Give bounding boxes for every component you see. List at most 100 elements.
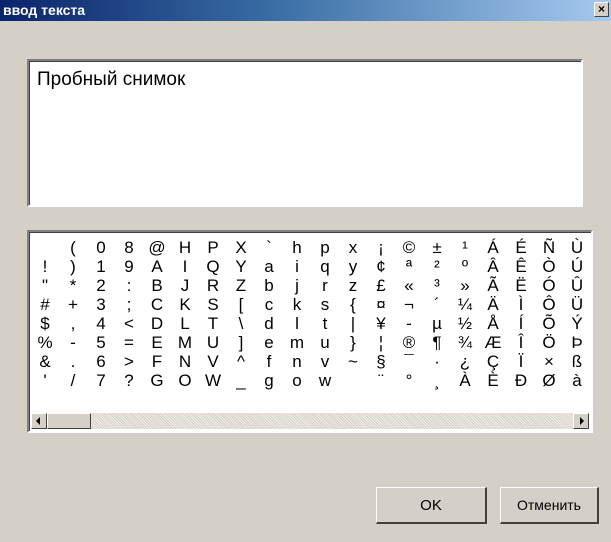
char-cell[interactable]: _: [227, 371, 255, 390]
char-cell[interactable]: Õ: [535, 314, 563, 333]
char-cell[interactable]: A: [143, 257, 171, 276]
char-cell[interactable]: ²: [423, 257, 451, 276]
char-cell[interactable]: z: [339, 276, 367, 295]
char-cell[interactable]: l: [283, 314, 311, 333]
char-cell[interactable]: ;: [115, 295, 143, 314]
char-cell[interactable]: p: [311, 238, 339, 257]
char-cell[interactable]: \: [227, 314, 255, 333]
char-cell[interactable]: »: [451, 276, 479, 295]
ok-button[interactable]: OK: [376, 487, 487, 524]
char-cell[interactable]: c: [255, 295, 283, 314]
char-cell[interactable]: ³: [423, 276, 451, 295]
char-cell[interactable]: ^: [227, 352, 255, 371]
char-cell[interactable]: a: [255, 257, 283, 276]
char-cell[interactable]: ¢: [367, 257, 395, 276]
char-cell[interactable]: Z: [227, 276, 255, 295]
char-cell[interactable]: o: [283, 371, 311, 390]
char-cell[interactable]: %: [31, 333, 59, 352]
cancel-button[interactable]: Отменить: [500, 487, 599, 524]
char-cell[interactable]: Ç: [479, 352, 507, 371]
char-cell[interactable]: Ò: [535, 257, 563, 276]
char-cell[interactable]: U: [199, 333, 227, 352]
char-cell[interactable]: à: [563, 371, 591, 390]
char-cell[interactable]: ¨: [367, 371, 395, 390]
char-cell[interactable]: <: [115, 314, 143, 333]
char-cell[interactable]: *: [59, 276, 87, 295]
char-cell[interactable]: ´: [423, 295, 451, 314]
char-cell[interactable]: I: [171, 257, 199, 276]
char-cell[interactable]: #: [31, 295, 59, 314]
char-cell[interactable]: Á: [479, 238, 507, 257]
char-cell[interactable]: ¹: [451, 238, 479, 257]
char-cell[interactable]: Â: [479, 257, 507, 276]
char-cell[interactable]: m: [283, 333, 311, 352]
char-cell[interactable]: ß: [563, 352, 591, 371]
char-cell[interactable]: Ü: [563, 295, 591, 314]
char-cell[interactable]: ~: [339, 352, 367, 371]
char-cell[interactable]: ¶: [423, 333, 451, 352]
char-cell[interactable]: @: [143, 238, 171, 257]
char-cell[interactable]: }: [339, 333, 367, 352]
char-cell[interactable]: 5: [87, 333, 115, 352]
char-cell[interactable]: Ô: [535, 295, 563, 314]
text-input-field[interactable]: Пробный снимок: [27, 59, 583, 207]
char-cell[interactable]: ": [31, 276, 59, 295]
char-cell[interactable]: K: [171, 295, 199, 314]
char-cell[interactable]: d: [255, 314, 283, 333]
char-cell[interactable]: b: [255, 276, 283, 295]
char-cell[interactable]: ±: [423, 238, 451, 257]
character-map[interactable]: (0 8 @ H P X ` h p x ¡ © ± ¹ Á É Ñ Ù!) 1 9 A I Q Ya i q y ¢ ª ² º Â Ê Ò Ú "…: [27, 230, 593, 433]
char-cell[interactable]: B: [143, 276, 171, 295]
char-cell[interactable]: £: [367, 276, 395, 295]
char-cell[interactable]: >: [115, 352, 143, 371]
char-cell[interactable]: i: [283, 257, 311, 276]
char-cell[interactable]: Ï: [507, 352, 535, 371]
char-cell[interactable]: k: [283, 295, 311, 314]
close-button[interactable]: ×: [594, 2, 609, 17]
char-cell[interactable]: Ó: [535, 276, 563, 295]
char-cell[interactable]: x: [339, 238, 367, 257]
char-cell[interactable]: Ä: [479, 295, 507, 314]
char-cell[interactable]: H: [171, 238, 199, 257]
char-cell[interactable]: `: [255, 238, 283, 257]
char-cell[interactable]: |: [339, 314, 367, 333]
char-cell[interactable]: Ý: [563, 314, 591, 333]
char-cell[interactable]: &: [31, 352, 59, 371]
char-cell[interactable]: 7: [87, 371, 115, 390]
char-cell[interactable]: G: [143, 371, 171, 390]
char-cell[interactable]: Ì: [507, 295, 535, 314]
char-cell[interactable]: 8: [115, 238, 143, 257]
char-cell[interactable]: Ð: [507, 371, 535, 390]
char-cell[interactable]: /: [59, 371, 87, 390]
char-cell[interactable]: Ø: [535, 371, 563, 390]
char-cell[interactable]: Ã: [479, 276, 507, 295]
char-cell[interactable]: ¾: [451, 333, 479, 352]
char-cell[interactable]: 2: [87, 276, 115, 295]
char-cell[interactable]: «: [395, 276, 423, 295]
char-cell[interactable]: Ñ: [535, 238, 563, 257]
title-bar[interactable]: ввод текста ×: [0, 0, 611, 21]
char-cell[interactable]: r: [311, 276, 339, 295]
char-cell[interactable]: ©: [395, 238, 423, 257]
char-cell[interactable]: y: [339, 257, 367, 276]
char-cell[interactable]: ª: [395, 257, 423, 276]
char-cell[interactable]: ®: [395, 333, 423, 352]
char-cell[interactable]: Y: [227, 257, 255, 276]
char-cell[interactable]: -: [395, 314, 423, 333]
char-cell[interactable]: $: [31, 314, 59, 333]
horizontal-scrollbar[interactable]: [31, 413, 589, 429]
char-cell[interactable]: R: [199, 276, 227, 295]
char-cell[interactable]: w: [311, 371, 339, 390]
char-cell[interactable]: E: [143, 333, 171, 352]
char-cell[interactable]: 4: [87, 314, 115, 333]
char-cell[interactable]: Ö: [535, 333, 563, 352]
char-cell[interactable]: Å: [479, 314, 507, 333]
char-cell[interactable]: ¤: [367, 295, 395, 314]
char-cell[interactable]: (: [59, 238, 87, 257]
char-cell[interactable]: ¡: [367, 238, 395, 257]
char-cell[interactable]: 1: [87, 257, 115, 276]
scroll-right-button[interactable]: [573, 413, 589, 429]
char-cell[interactable]: .: [59, 352, 87, 371]
char-cell[interactable]: È: [479, 371, 507, 390]
char-cell[interactable]: º: [451, 257, 479, 276]
